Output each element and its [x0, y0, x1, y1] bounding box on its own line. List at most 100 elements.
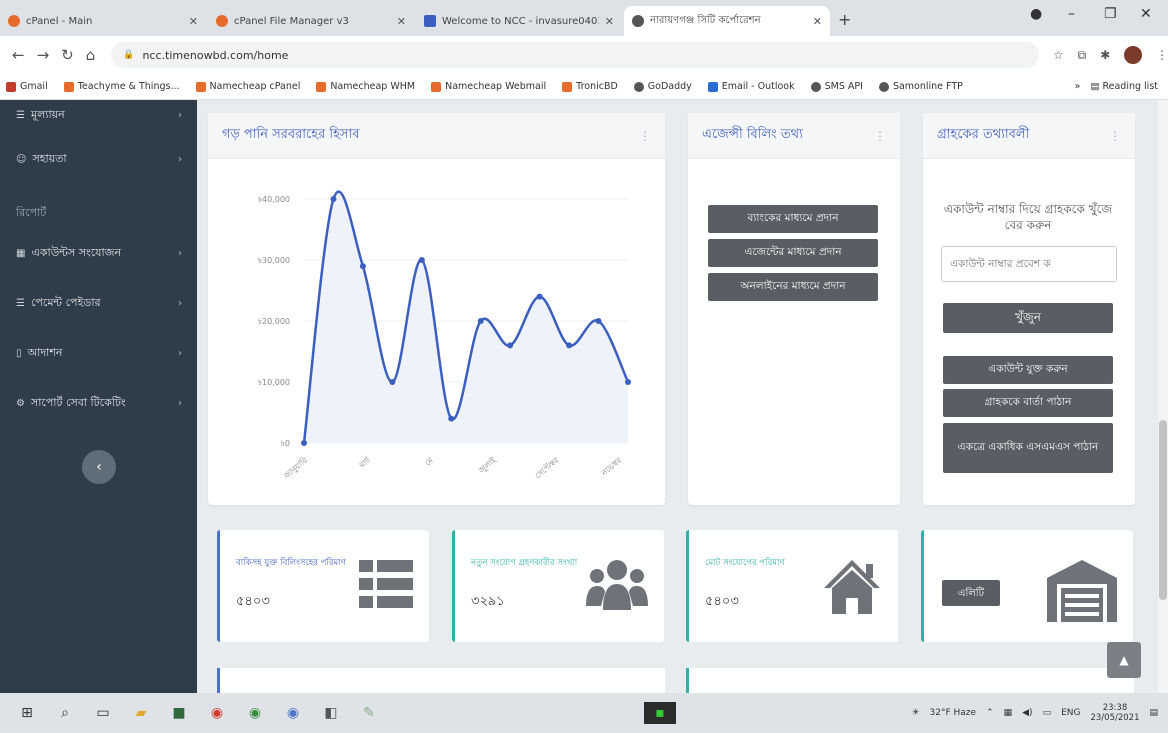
app-icon[interactable]: ◧	[320, 702, 342, 724]
page-scrollbar[interactable]	[1158, 100, 1168, 693]
search-button[interactable]: খুঁজুন	[943, 303, 1113, 333]
browser-tab[interactable]: cPanel - Main ✕	[0, 6, 206, 36]
close-tab-icon[interactable]: ✕	[189, 15, 198, 28]
chart-point[interactable]	[477, 318, 484, 324]
record-icon[interactable]: ●	[1030, 6, 1042, 22]
profile-avatar[interactable]	[1124, 46, 1142, 64]
bookmark-item[interactable]: Namecheap WHM	[316, 81, 415, 92]
file-explorer-icon[interactable]: ▰	[130, 702, 152, 724]
close-tab-icon[interactable]: ✕	[813, 15, 822, 28]
app-icon[interactable]: ■	[168, 702, 190, 724]
bookmark-item[interactable]: TronicBD	[562, 81, 618, 92]
chrome-icon[interactable]: ◉	[282, 702, 304, 724]
chart-point[interactable]	[301, 440, 307, 446]
close-tab-icon[interactable]: ✕	[397, 15, 406, 28]
account-number-input[interactable]	[941, 246, 1117, 282]
send-message-button[interactable]: গ্রাহককে বার্তা পাঠান	[943, 389, 1113, 417]
bulk-sms-button[interactable]: একত্রে একাধিক এসএমএস পাঠান	[943, 423, 1113, 473]
chart-point[interactable]	[566, 342, 573, 349]
battery-icon[interactable]: ▭	[1043, 708, 1052, 718]
chart-point[interactable]	[330, 196, 337, 202]
card-menu-icon[interactable]: ⋮	[874, 129, 886, 143]
new-tab-icon[interactable]: +	[838, 10, 851, 29]
bookmark-item[interactable]: Teachyme & Things...	[63, 81, 180, 92]
bookmark-item[interactable]: Samonline FTP	[878, 81, 963, 92]
bookmark-item[interactable]: Namecheap Webmail	[431, 81, 546, 92]
bookmark-item[interactable]: Namecheap cPanel	[195, 81, 300, 92]
bookmark-item[interactable]: Email - Outlook	[707, 81, 795, 92]
forward-icon[interactable]: →	[37, 46, 50, 64]
sidebar-item-support-ticket[interactable]: ⚙ সাপোর্ট সেবা টিকেটিং ›	[16, 392, 188, 414]
sidebar-item-label: একাউন্টস সংযোজন	[31, 245, 122, 259]
tray-chevron-icon[interactable]: ⌃	[986, 708, 994, 718]
chart-point[interactable]	[595, 318, 602, 324]
extension-icon[interactable]: ⧉	[1078, 48, 1087, 63]
search-icon[interactable]: ⌕	[54, 702, 76, 724]
url-text: ncc.timenowbd.com/home	[142, 48, 289, 62]
chrome-icon[interactable]: ◉	[206, 702, 228, 724]
elite-button[interactable]: এলিটি	[942, 580, 1000, 606]
online-payment-button[interactable]: অনলাইনের মাধ্যমে প্রদান	[708, 273, 878, 301]
scrollbar-thumb[interactable]	[1159, 420, 1167, 600]
chart-point[interactable]	[536, 293, 543, 300]
language-indicator[interactable]: ENG	[1061, 708, 1080, 718]
back-icon[interactable]: ←	[12, 46, 25, 64]
home-icon[interactable]: ⌂	[86, 46, 96, 64]
bank-payment-button[interactable]: ব্যাংকের মাধ্যমে প্রদান	[708, 205, 878, 233]
agent-payment-button[interactable]: এজেন্টের মাধ্যমে প্রদান	[708, 239, 878, 267]
browser-tab-active[interactable]: নারায়ণগঞ্জ সিটি কর্পোরেশন ✕	[624, 6, 830, 36]
bookmark-star-icon[interactable]: ☆	[1053, 48, 1064, 62]
bookmark-item[interactable]: SMS API	[810, 81, 863, 92]
restore-icon[interactable]: ❐	[1104, 6, 1117, 22]
card-menu-icon[interactable]: ⋮	[639, 129, 651, 143]
bookmark-item[interactable]: Gmail	[6, 81, 48, 92]
windows-start-icon[interactable]: ⊞	[16, 702, 38, 724]
browser-tab[interactable]: Welcome to NCC - invasure0401 ✕	[416, 6, 622, 36]
minimize-icon[interactable]: –	[1068, 6, 1075, 22]
stat-card-new-connections: নতুন সংযোগ গ্রহণকারীর সংখ্যা ৩২৯১	[452, 530, 664, 642]
chart-x-tick-label: জুলাই	[476, 455, 498, 476]
chart-point[interactable]	[507, 342, 514, 349]
scroll-to-top-button[interactable]: ▲	[1107, 642, 1141, 678]
url-input[interactable]: 🔒 ncc.timenowbd.com/home	[111, 42, 1039, 68]
agency-billing-card: এজেন্সী বিলিং তথ্য ⋮ ব্যাংকের মাধ্যমে প্…	[688, 113, 900, 505]
reading-list[interactable]: ▤ Reading list	[1090, 81, 1158, 92]
sidebar-item-evaluation[interactable]: ☰ মূল্যায়ন ›	[16, 104, 188, 126]
add-account-button[interactable]: একাউন্ট যুক্ত করুন	[943, 356, 1113, 384]
weather-text[interactable]: 32°F Haze	[930, 708, 977, 718]
app-icon[interactable]: ✎	[358, 702, 380, 724]
volume-icon[interactable]: ◀)	[1022, 708, 1032, 718]
network-icon[interactable]: ▦	[1004, 708, 1013, 718]
chevron-more-icon[interactable]: »	[1075, 81, 1081, 92]
document-icon: ▯	[16, 347, 22, 359]
collapse-sidebar-button[interactable]: ‹	[82, 450, 116, 484]
chart-point[interactable]	[359, 263, 366, 270]
browser-tab[interactable]: cPanel File Manager v3 ✕	[208, 6, 414, 36]
stat-label: নতুন সংযোগ গ্রহণকারীর সংখ্যা	[471, 558, 578, 568]
menu-icon: ☰	[16, 109, 25, 121]
chart-x-tick-label: নভেম্বর	[599, 455, 624, 478]
clock[interactable]: 23:38 23/05/2021	[1090, 703, 1139, 723]
sidebar-item-accounts[interactable]: ▦ একাউন্টস সংযোজন ›	[16, 242, 188, 264]
settings-icon: ⚙	[16, 397, 25, 409]
sidebar-item-settlement[interactable]: ▯ আদাশন ›	[16, 342, 188, 364]
reading-list-label: Reading list	[1102, 81, 1158, 92]
reload-icon[interactable]: ↻	[61, 46, 74, 64]
chrome-icon[interactable]: ◉	[244, 702, 266, 724]
more-menu-icon[interactable]: ⋮	[1156, 48, 1168, 62]
puzzle-icon[interactable]: ✱	[1100, 48, 1110, 62]
chart-point[interactable]	[625, 379, 631, 385]
sidebar-item-support[interactable]: ☺ সহায়তা ›	[16, 148, 188, 170]
chart-point[interactable]	[389, 379, 396, 385]
app-icon[interactable]: ▪	[644, 702, 676, 724]
task-view-icon[interactable]: ▭	[92, 702, 114, 724]
sidebar-item-payment[interactable]: ☰ পেমেন্ট পেইডার ›	[16, 292, 188, 314]
close-window-icon[interactable]: ✕	[1140, 6, 1152, 22]
chart-point[interactable]	[448, 415, 455, 422]
notifications-icon[interactable]: ▤	[1149, 708, 1158, 718]
chart-point[interactable]	[418, 257, 425, 263]
card-menu-icon[interactable]: ⋮	[1109, 129, 1121, 143]
bookmark-icon	[63, 81, 74, 92]
close-tab-icon[interactable]: ✕	[605, 15, 614, 28]
bookmark-item[interactable]: GoDaddy	[633, 81, 692, 92]
